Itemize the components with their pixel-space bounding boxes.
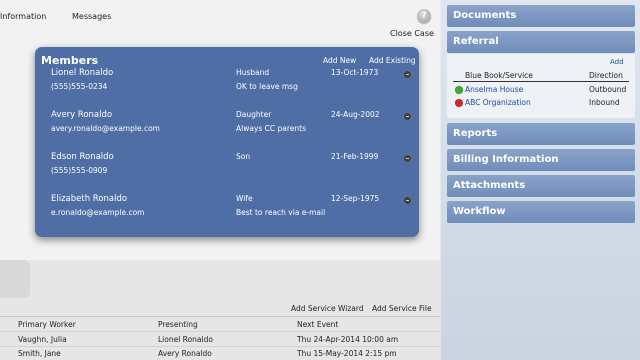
referral-direction: Inbound [589,98,620,107]
table-divider [0,316,440,317]
member-name: Edson Ronaldo [51,152,114,162]
member-name: Elizabeth Ronaldo [51,194,128,204]
member-contact: avery.ronaldo@example.com [51,124,160,133]
member-birthdate: 21-Feb-1999 [331,152,379,161]
referral-header-rule [453,81,629,82]
remove-member-icon[interactable] [403,154,412,163]
case-main-pane: Information Messages ? Close Case Member… [0,0,440,360]
referral-column-direction: Direction [589,71,623,80]
service-presenting[interactable]: Lionel Ronaldo [158,335,213,344]
member-contact: e.ronaldo@example.com [51,208,145,217]
member-row[interactable]: Avery Ronaldo avery.ronaldo@example.com … [35,110,419,146]
service-presenting[interactable]: Avery Ronaldo [158,349,212,358]
member-relationship: Wife [236,194,253,203]
sidebar-section-referral[interactable]: Referral [447,31,635,53]
collapsed-panel [0,260,30,298]
member-row[interactable]: Lionel Ronaldo (555)555-0234 Husband OK … [35,68,419,104]
tab-information[interactable]: Information [0,12,46,21]
sidebar-section-reports[interactable]: Reports [447,123,635,145]
member-note: OK to leave msg [236,82,298,91]
member-row[interactable]: Elizabeth Ronaldo e.ronaldo@example.com … [35,194,419,230]
service-next-event[interactable]: Thu 15-May-2014 2:15 pm [297,349,397,358]
tab-messages[interactable]: Messages [72,12,111,21]
sidebar-section-billing-information[interactable]: Billing Information [447,149,635,171]
member-name: Avery Ronaldo [51,110,113,120]
member-relationship: Husband [236,68,270,77]
add-existing-member-button[interactable]: Add Existing [369,56,416,65]
member-relationship: Daughter [236,110,272,119]
members-title: Members [41,54,99,67]
referral-name[interactable]: ABC Organization [465,98,531,107]
member-contact: (555)555-0909 [51,166,108,175]
member-contact: (555)555-0234 [51,82,108,91]
referral-direction: Outbound [589,85,627,94]
row-divider [0,346,440,347]
member-relationship: Son [236,152,251,161]
column-header-presenting[interactable]: Presenting [158,320,198,329]
member-note: Always CC parents [236,124,307,133]
referral-panel: Add Blue Book/Service Direction Anselma … [447,54,635,118]
service-worker[interactable]: Vaughn, Julia [18,335,67,344]
column-header-next-event[interactable]: Next Event [297,320,338,329]
add-service-wizard-button[interactable]: Add Service Wizard [291,304,364,313]
add-new-member-button[interactable]: Add New [323,56,356,65]
close-case-button[interactable]: Close Case [390,29,434,38]
referral-name[interactable]: Anselma House [465,85,523,94]
member-note: Best to reach via e-mail [236,208,326,217]
member-name: Lionel Ronaldo [51,68,114,78]
referral-column-service: Blue Book/Service [465,71,533,80]
referral-row[interactable]: ABC Organization Inbound [447,98,635,110]
remove-member-icon[interactable] [403,70,412,79]
service-next-event[interactable]: Thu 24-Apr-2014 10:00 am [297,335,398,344]
sidebar-section-workflow[interactable]: Workflow [447,201,635,223]
add-referral-button[interactable]: Add [610,58,624,66]
sidebar-section-attachments[interactable]: Attachments [447,175,635,197]
remove-member-icon[interactable] [403,112,412,121]
member-birthdate: 13-Oct-1973 [331,68,379,77]
case-sidebar: Documents Referral Add Blue Book/Service… [441,0,640,360]
case-tabs: Information Messages [0,0,440,30]
remove-member-icon[interactable] [403,196,412,205]
member-birthdate: 12-Sep-1975 [331,194,380,203]
status-red-icon [455,99,463,107]
referral-row[interactable]: Anselma House Outbound [447,85,635,97]
column-header-primary-worker[interactable]: Primary Worker [18,320,76,329]
add-service-file-button[interactable]: Add Service File [372,304,432,313]
service-worker[interactable]: Smith, Jane [18,349,61,358]
row-divider [0,331,440,332]
status-green-icon [455,86,463,94]
help-icon[interactable]: ? [417,9,431,23]
members-panel: Members Add New Add Existing Lionel Rona… [35,47,419,237]
member-row[interactable]: Edson Ronaldo (555)555-0909 Son 21-Feb-1… [35,152,419,188]
sidebar-section-documents[interactable]: Documents [447,5,635,27]
member-birthdate: 24-Aug-2002 [331,110,380,119]
